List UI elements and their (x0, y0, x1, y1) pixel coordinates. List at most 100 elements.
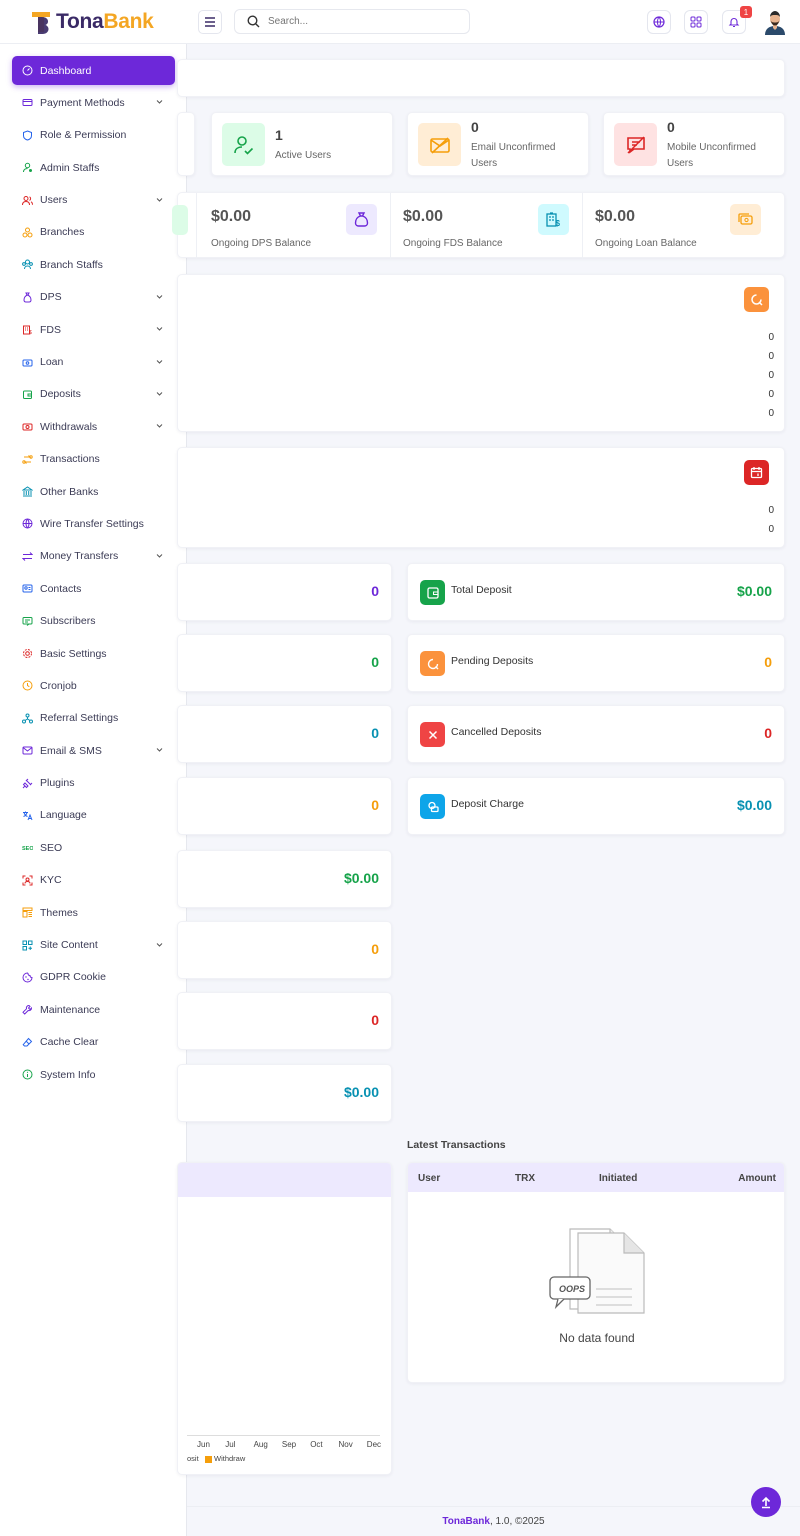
chevron-down-icon (156, 359, 163, 364)
sidebar-item-system-info[interactable]: System Info (12, 1060, 175, 1089)
sidebar-item-contacts[interactable]: Contacts (12, 574, 175, 603)
sidebar-item-seo[interactable]: SEO SEO (12, 833, 175, 862)
sidebar-item-maintenance[interactable]: Maintenance (12, 995, 175, 1024)
sidebar-item-fds[interactable]: $ FDS (12, 315, 175, 344)
sidebar-nav: Dashboard Payment Methods Role & Permissio… (12, 56, 175, 1093)
svg-text:$: $ (29, 330, 32, 335)
grid-icon (22, 940, 33, 951)
sidebar-item-label: DPS (40, 291, 62, 304)
sidebar-item-plugins[interactable]: Plugins (12, 769, 175, 798)
sidebar-item-email-sms[interactable]: Email & SMS (12, 736, 175, 765)
sidebar-item-deposits[interactable]: Deposits (12, 380, 175, 409)
cash-icon (22, 423, 33, 431)
latest-transactions-title: Latest Transactions (407, 1139, 506, 1151)
sidebar-item-cronjob[interactable]: Cronjob (12, 671, 175, 700)
sidebar-item-wire-transfer-settings[interactable]: Wire Transfer Settings (12, 509, 175, 538)
sidebar-item-basic-settings[interactable]: Basic Settings (12, 639, 175, 668)
sidebar-item-themes[interactable]: Themes (12, 898, 175, 927)
sidebar-item-label: Admin Staffs (40, 161, 100, 174)
notification-button[interactable]: 1 (722, 6, 752, 34)
scroll-to-top-button[interactable] (751, 1487, 781, 1517)
exchange-icon (22, 454, 33, 464)
sidebar-item-language[interactable]: Language (12, 801, 175, 830)
hamburger-icon (205, 17, 215, 27)
sidebar-item-label: Payment Methods (40, 96, 125, 109)
pending-value: 0 (768, 370, 774, 381)
stat-card-mobile-unconfirmed: 0 Mobile Unconfirmed Users (603, 112, 785, 176)
apps-button[interactable] (684, 10, 708, 34)
sidebar-item-money-transfers[interactable]: Money Transfers (12, 542, 175, 571)
summary-value: 0 (371, 583, 379, 599)
cash-icon (730, 204, 761, 235)
referral-icon (22, 713, 33, 724)
summary-card: 0 (177, 634, 392, 692)
deposit-card-pending-deposits[interactable]: Pending Deposits 0 (407, 634, 785, 692)
bag-icon (23, 292, 32, 303)
chart-x-tick: Sep (281, 1440, 297, 1449)
sidebar-item-dashboard[interactable]: Dashboard (12, 56, 175, 85)
deposit-card-total-deposit[interactable]: Total Deposit $0.00 (407, 563, 785, 621)
sidebar-item-withdrawals[interactable]: Withdrawals (12, 412, 175, 441)
arrow-up-icon (761, 1496, 771, 1509)
sidebar-item-referral-settings[interactable]: Referral Settings (12, 704, 175, 733)
sidebar-item-label: Other Banks (40, 485, 99, 498)
chart-x-tick: Dec (366, 1440, 382, 1449)
summary-card: $0.00 (177, 850, 392, 908)
summary-card: 0 (177, 777, 392, 835)
sidebar-item-site-content[interactable]: Site Content (12, 931, 175, 960)
loading-icon (420, 651, 445, 676)
sidebar-item-payment-methods[interactable]: Payment Methods (12, 88, 175, 117)
sidebar-item-label: System Info (40, 1068, 96, 1081)
summary-value: $0.00 (343, 1084, 379, 1100)
loan-icon (22, 359, 33, 367)
deposit-value: 0 (764, 725, 772, 741)
menu-toggle-button[interactable] (198, 10, 222, 34)
summary-value: 0 (371, 725, 379, 741)
chart-x-tick: Jul (225, 1440, 236, 1449)
summary-card: $0.00 (177, 1064, 392, 1122)
pending-summary-card: 0 0 0 0 0 (177, 274, 785, 432)
sidebar-item-admin-staffs[interactable]: Admin Staffs (12, 153, 175, 182)
chevron-down-icon (156, 392, 163, 396)
column-header-user: User (418, 1173, 441, 1184)
sidebar-item-subscribers[interactable]: Subscribers (12, 607, 175, 636)
stat-value: 0 (667, 119, 675, 135)
footer-brand[interactable]: TonaBank (442, 1516, 490, 1527)
eraser-icon (22, 1037, 33, 1047)
contact-icon (22, 584, 33, 593)
sidebar-item-role-permission[interactable]: Role & Permission (12, 121, 175, 150)
pending-value: 0 (768, 389, 774, 400)
seo-icon: SEO (22, 846, 33, 852)
sidebar-item-users[interactable]: Users (12, 186, 175, 215)
sidebar-item-branches[interactable]: Branches (12, 218, 175, 247)
deposit-card-deposit-charge[interactable]: Deposit Charge $0.00 (407, 777, 785, 835)
sidebar-item-loan[interactable]: Loan (12, 348, 175, 377)
sidebar-item-kyc[interactable]: KYC (12, 866, 175, 895)
deposit-card-cancelled-deposits[interactable]: Cancelled Deposits 0 (407, 705, 785, 763)
summary-value: 0 (371, 797, 379, 813)
language-button[interactable] (647, 10, 671, 34)
wrench-icon (22, 1005, 32, 1016)
search-input[interactable] (268, 16, 448, 27)
avatar[interactable] (763, 9, 787, 35)
sidebar-item-label: Deposits (40, 388, 81, 401)
stat-label: Mobile Unconfirmed Users (667, 142, 756, 169)
building-icon: $ (23, 325, 32, 335)
partial-icon (172, 205, 188, 235)
mail-icon (22, 746, 33, 755)
sidebar-item-dps[interactable]: DPS (12, 283, 175, 312)
sidebar-item-label: Cache Clear (40, 1036, 99, 1049)
sidebar-item-cache-clear[interactable]: Cache Clear (12, 1028, 175, 1057)
sidebar-item-label: KYC (40, 874, 62, 887)
stat-card-email-unconfirmed: 0 Email Unconfirmed Users (407, 112, 589, 176)
stat-value: 1 (275, 127, 283, 143)
logo[interactable]: TonaBank (30, 8, 154, 36)
branch-icon (22, 227, 33, 238)
sidebar-item-branch-staffs[interactable]: Branch Staffs (12, 250, 175, 279)
top-bar: TonaBank 1 (0, 0, 800, 44)
summary-value: $0.00 (343, 870, 379, 886)
stat-label: Email Unconfirmed Users (471, 142, 556, 169)
sidebar-item-transactions[interactable]: Transactions (12, 445, 175, 474)
sidebar-item-other-banks[interactable]: Other Banks (12, 477, 175, 506)
sidebar-item-gdpr-cookie[interactable]: GDPR Cookie (12, 963, 175, 992)
